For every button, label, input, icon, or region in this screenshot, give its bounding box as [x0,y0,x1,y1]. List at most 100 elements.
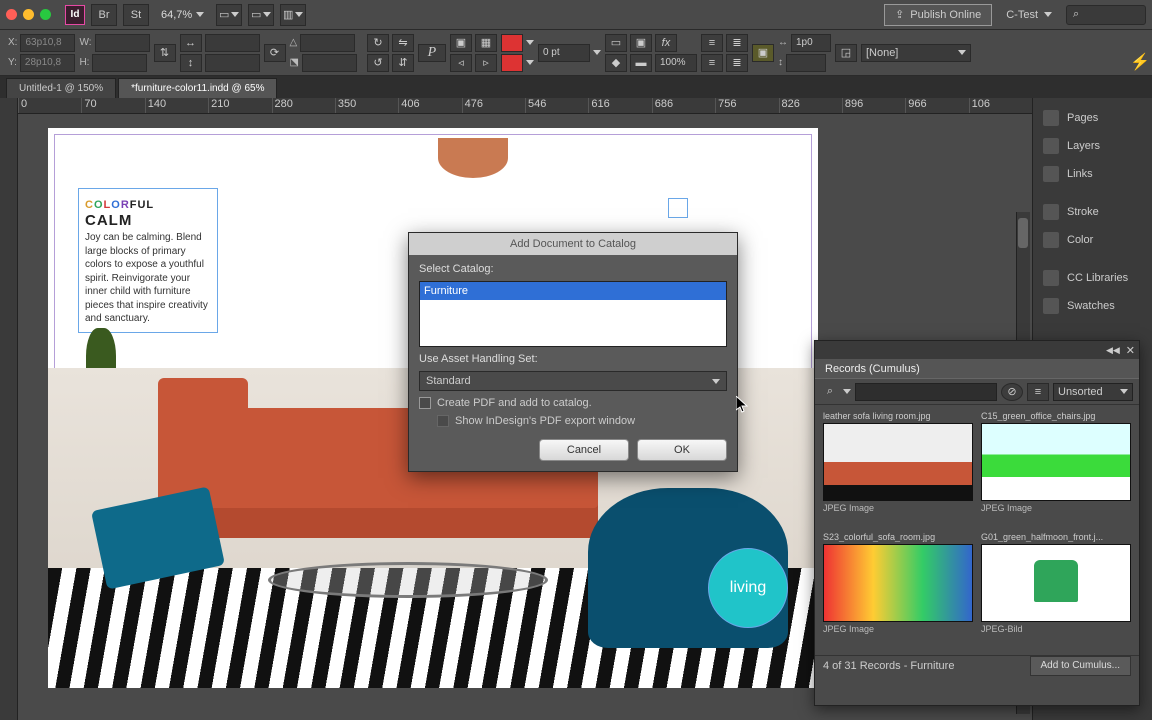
horizontal-ruler[interactable]: 0701402102803504064765466166867568268969… [18,98,1032,114]
rotation-field[interactable] [300,34,355,52]
vertical-ruler[interactable] [0,98,18,720]
align-left-icon[interactable]: ≡ [701,34,723,52]
constrain-icon[interactable]: ⇅ [154,44,176,62]
scale-y-field[interactable] [205,54,260,72]
stroke-weight-field[interactable]: 0 pt [538,44,590,62]
close-icon[interactable] [6,9,17,20]
fill-swatch-icon[interactable] [501,34,523,52]
checkbox-icon[interactable] [419,397,431,409]
opacity-field[interactable]: 100% [655,54,697,72]
chevron-down-icon[interactable] [593,50,601,55]
ok-button[interactable]: OK [637,439,727,461]
select-container-icon[interactable]: ▣ [450,34,472,52]
scale-x-icon[interactable]: ↔ [180,34,202,52]
arrange-button[interactable]: ▥ [280,4,306,26]
sort-select[interactable]: Unsorted [1053,383,1133,401]
empty-frame[interactable] [668,198,688,218]
panel-tab-layers[interactable]: Layers [1033,132,1152,160]
wrap-bbox-icon[interactable]: ▣ [630,34,652,52]
panel-tab[interactable]: Records (Cumulus) [815,359,1139,379]
help-search[interactable]: ⌕ [1066,5,1146,25]
wrap-shape-icon[interactable]: ◆ [605,54,627,72]
scale-y-icon[interactable]: ↕ [180,54,202,72]
stock-button[interactable]: St [123,4,149,26]
panel-header[interactable]: ◀◀ ✕ [815,341,1139,359]
panel-tab-pages[interactable]: Pages [1033,104,1152,132]
close-icon[interactable]: ✕ [1126,344,1135,357]
select-content-icon[interactable]: ▦ [475,34,497,52]
create-pdf-checkbox-row[interactable]: Create PDF and add to catalog. [419,397,727,409]
sort-value: Unsorted [1058,386,1103,398]
shear-field[interactable] [302,54,357,72]
collapse-icon[interactable]: ◀◀ [1106,345,1120,356]
record-item[interactable]: G01_green_halfmoon_front.j...JPEG-Bild [981,532,1131,649]
frame-fitting-icon[interactable]: ▣ [752,44,774,62]
stroke-swatch-icon[interactable] [501,54,523,72]
zoom-icon[interactable] [40,9,51,20]
x-field[interactable]: 63p10,8 [20,34,75,52]
chevron-down-icon[interactable] [843,389,851,394]
wrap-jump-icon[interactable]: ▬ [630,54,652,72]
align-right-icon[interactable]: ≡ [701,54,723,72]
record-item[interactable]: leather sofa living room.jpgJPEG Image [823,411,973,528]
panel-tab-cc-libraries[interactable]: CC Libraries [1033,264,1152,292]
minimize-icon[interactable] [23,9,34,20]
screen-mode-button[interactable]: ▭ [248,4,274,26]
rotate-cw-icon[interactable]: ↻ [367,34,389,52]
catalog-item[interactable]: Furniture [420,282,726,300]
corner-options-icon[interactable]: ◲ [835,44,857,62]
rotate-icon[interactable]: ⟳ [264,44,286,62]
y-field[interactable]: 28p10,8 [20,54,75,72]
object-style-select[interactable]: [None] [861,44,971,62]
chevron-down-icon[interactable] [526,40,534,45]
zoom-level[interactable]: 64,7% [161,9,204,21]
record-thumbnail[interactable] [981,544,1131,622]
w-field[interactable] [95,34,150,52]
records-search-input[interactable] [855,383,997,401]
filter-icon[interactable]: ≡ [1027,383,1049,401]
publish-online-button[interactable]: ⇪ Publish Online [884,4,992,26]
record-thumbnail[interactable] [823,423,973,501]
panel-tab-color[interactable]: Color [1033,226,1152,254]
search-icon[interactable]: ⌕ [821,383,839,401]
asset-handling-value: Standard [426,375,471,387]
h-field[interactable] [92,54,147,72]
bridge-button[interactable]: Br [91,4,117,26]
char-panel-icon[interactable]: P [418,44,446,62]
rotate-ccw-icon[interactable]: ↺ [367,54,389,72]
select-prev-icon[interactable]: ◃ [450,54,472,72]
doc-tab[interactable]: Untitled-1 @ 150% [6,78,116,98]
asset-handling-select[interactable]: Standard [419,371,727,391]
clear-search-icon[interactable]: ⊘ [1001,383,1023,401]
flip-v-icon[interactable]: ⇵ [392,54,414,72]
doc-tab[interactable]: *furniture-color11.indd @ 65% [118,78,277,98]
align-justify-icon[interactable]: ≣ [726,54,748,72]
panel-tab-links[interactable]: Links [1033,160,1152,188]
gap-field-v[interactable] [786,54,826,72]
record-thumbnail[interactable] [823,544,973,622]
select-next-icon[interactable]: ▹ [475,54,497,72]
view-options-button[interactable]: ▭ [216,4,242,26]
scrollbar-thumb[interactable] [1018,218,1028,248]
workspace-switcher[interactable]: C-Test [1006,9,1052,21]
record-item[interactable]: C15_green_office_chairs.jpgJPEG Image [981,411,1131,528]
catalog-list[interactable]: Furniture [419,281,727,347]
panel-label: CC Libraries [1067,272,1128,284]
panel-tab-stroke[interactable]: Stroke [1033,198,1152,226]
record-item[interactable]: S23_colorful_sofa_room.jpgJPEG Image [823,532,973,649]
scale-x-field[interactable] [205,34,260,52]
cancel-button[interactable]: Cancel [539,439,629,461]
gap-icon: ↔ [778,37,788,48]
flip-h-icon[interactable]: ⇋ [392,34,414,52]
effects-icon[interactable]: fx [655,34,677,52]
wrap-none-icon[interactable]: ▭ [605,34,627,52]
show-export-label: Show InDesign's PDF export window [455,415,635,427]
living-badge[interactable]: living [708,548,788,628]
chevron-down-icon[interactable] [526,60,534,65]
align-center-icon[interactable]: ≣ [726,34,748,52]
record-thumbnail[interactable] [981,423,1131,501]
gap-field[interactable]: 1p0 [791,34,831,52]
text-frame[interactable]: COLORFUL CALM Joy can be calming. Blend … [78,188,218,333]
panel-tab-swatches[interactable]: Swatches [1033,292,1152,320]
add-to-cumulus-button[interactable]: Add to Cumulus... [1030,656,1131,676]
